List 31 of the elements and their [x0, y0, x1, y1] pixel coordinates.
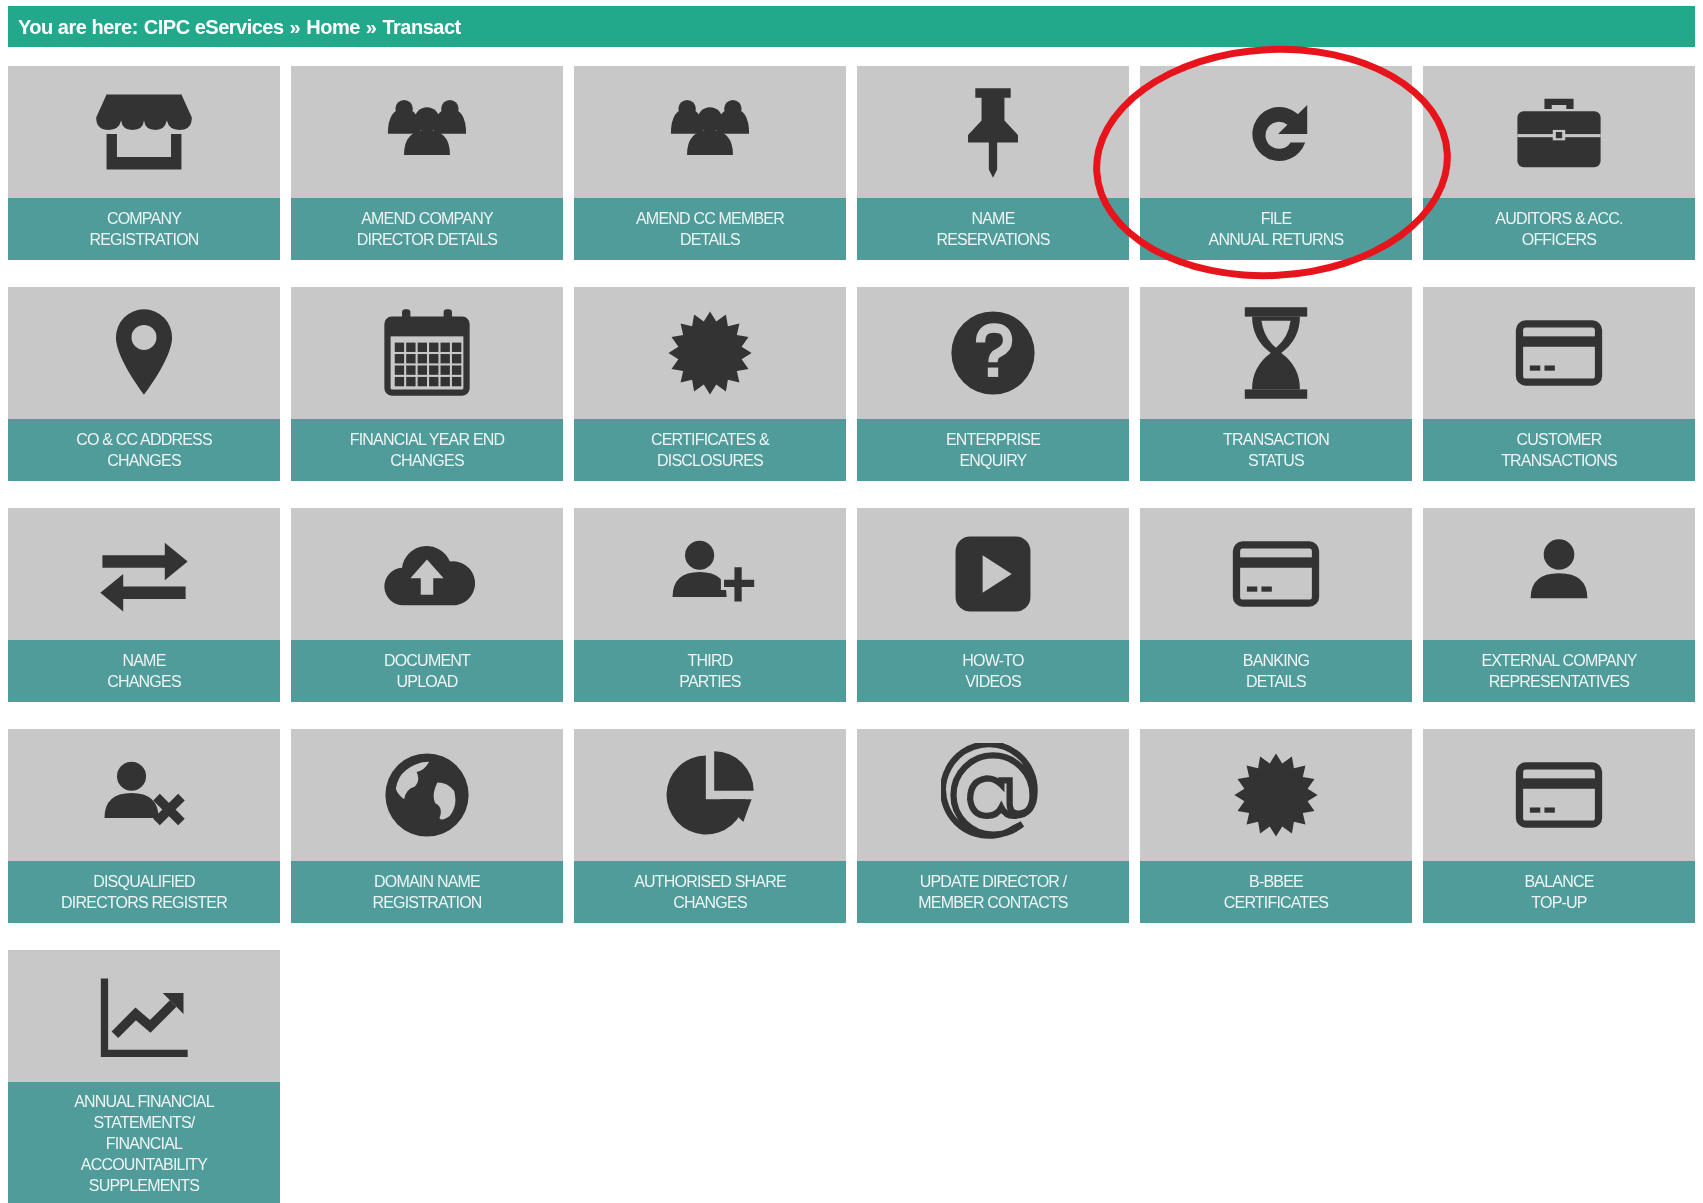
tile-label[interactable]: CO & CC ADDRESS CHANGES	[8, 419, 280, 481]
breadcrumb-link[interactable]: Home	[306, 11, 360, 42]
tile-label[interactable]: B-BBEE CERTIFICATES	[1140, 861, 1412, 923]
tile-label[interactable]: ENTERPRISE ENQUIRY	[857, 419, 1129, 481]
breadcrumb-separator: »	[289, 14, 301, 40]
breadcrumb-link[interactable]: Transact	[382, 11, 461, 42]
tile-label[interactable]: BALANCE TOP-UP	[1423, 861, 1695, 923]
tile-label[interactable]: UPDATE DIRECTOR / MEMBER CONTACTS	[857, 861, 1129, 923]
tile-label[interactable]: ANNUAL FINANCIAL STATEMENTS/ FINANCIAL ACCOUNTABILITY SUPPLEMENTS	[8, 1082, 280, 1203]
tile-label[interactable]: EXTERNAL COMPANY REPRESENTATIVES	[1423, 640, 1695, 702]
tile-label[interactable]: FINANCIAL YEAR END CHANGES	[291, 419, 563, 481]
breadcrumb-prefix: You are here:	[18, 14, 138, 40]
tile-label[interactable]: THIRD PARTIES	[574, 640, 846, 702]
tile-label[interactable]: NAME CHANGES	[8, 640, 280, 702]
tile-label[interactable]: CUSTOMER TRANSACTIONS	[1423, 419, 1695, 481]
tile-label[interactable]: AMEND CC MEMBER DETAILS	[574, 198, 846, 260]
breadcrumb-separator: »	[365, 14, 377, 40]
breadcrumb-link[interactable]: CIPC eServices	[143, 11, 284, 42]
tile-label[interactable]: HOW-TO VIDEOS	[857, 640, 1129, 702]
tile-label[interactable]: DISQUALIFIED DIRECTORS REGISTER	[8, 861, 280, 923]
tile-label[interactable]: FILE ANNUAL RETURNS	[1140, 198, 1412, 260]
tile-label[interactable]: AUTHORISED SHARE CHANGES	[574, 861, 846, 923]
tile-label[interactable]: CERTIFICATES & DISCLOSURES	[574, 419, 846, 481]
tile-label[interactable]: COMPANY REGISTRATION	[8, 198, 280, 260]
tile-label[interactable]: BANKING DETAILS	[1140, 640, 1412, 702]
tile-label[interactable]: TRANSACTION STATUS	[1140, 419, 1412, 481]
tile-label[interactable]: DOMAIN NAME REGISTRATION	[291, 861, 563, 923]
tile-label[interactable]: AMEND COMPANY DIRECTOR DETAILS	[291, 198, 563, 260]
tile-label[interactable]: DOCUMENT UPLOAD	[291, 640, 563, 702]
tile-label[interactable]: NAME RESERVATIONS	[857, 198, 1129, 260]
tile-label[interactable]: AUDITORS & ACC. OFFICERS	[1423, 198, 1695, 260]
